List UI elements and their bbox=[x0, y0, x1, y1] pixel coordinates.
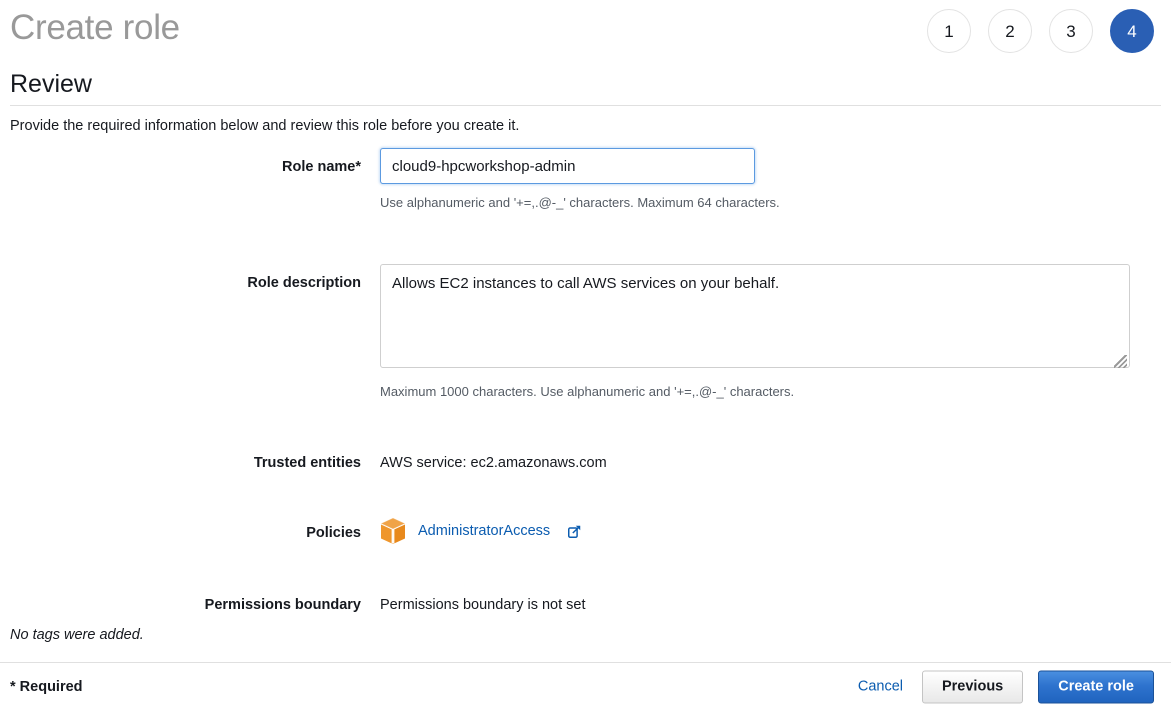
role-description-input[interactable] bbox=[380, 264, 1130, 368]
role-description-field: Maximum 1000 characters. Use alphanumeri… bbox=[380, 264, 1171, 401]
footer-actions: Cancel Previous Create role bbox=[854, 670, 1154, 703]
policy-link[interactable]: AdministratorAccess bbox=[418, 521, 550, 541]
step-indicator-1[interactable]: 1 bbox=[927, 9, 971, 53]
tags-note: No tags were added. bbox=[10, 627, 144, 643]
role-name-input[interactable] bbox=[380, 148, 755, 184]
trusted-entities-field: AWS service: ec2.amazonaws.com bbox=[380, 453, 1171, 473]
page-title: Create role bbox=[10, 8, 180, 47]
permissions-boundary-label: Permissions boundary bbox=[204, 597, 361, 613]
trusted-entities-label: Trusted entities bbox=[253, 455, 361, 471]
required-note: * Required bbox=[10, 678, 83, 695]
role-name-helper: Use alphanumeric and '+=,.@-_' character… bbox=[380, 195, 780, 210]
create-role-button[interactable]: Create role bbox=[1038, 670, 1154, 703]
trusted-entities-row: Trusted entities AWS service: ec2.amazon… bbox=[0, 453, 1171, 473]
policy-cube-icon bbox=[380, 517, 406, 544]
permissions-boundary-row: Permissions boundary Permissions boundar… bbox=[0, 595, 1171, 615]
policies-field: AdministratorAccess bbox=[380, 517, 1171, 545]
create-role-page: Create role 1 2 3 4 Review Provide the r… bbox=[0, 0, 1171, 710]
role-description-wrapper bbox=[380, 264, 1130, 373]
role-name-row: Role name* Use alphanumeric and '+=,.@-_… bbox=[0, 148, 1171, 212]
step-indicator-4[interactable]: 4 bbox=[1110, 9, 1154, 53]
policy-entry: AdministratorAccess bbox=[380, 517, 1171, 545]
intro-text: Provide the required information below a… bbox=[10, 118, 520, 134]
cancel-button[interactable]: Cancel bbox=[854, 670, 907, 703]
role-description-row: Role description Maximum 1000 characters… bbox=[0, 264, 1171, 401]
role-name-field: Use alphanumeric and '+=,.@-_' character… bbox=[380, 148, 1171, 212]
footer-bar: * Required Cancel Previous Create role bbox=[0, 662, 1171, 710]
review-form: Role name* Use alphanumeric and '+=,.@-_… bbox=[0, 148, 1171, 615]
previous-button[interactable]: Previous bbox=[921, 670, 1024, 703]
role-description-label: Role description bbox=[247, 275, 361, 291]
role-name-label: Role name* bbox=[282, 159, 361, 175]
trusted-entities-value: AWS service: ec2.amazonaws.com bbox=[380, 455, 607, 471]
header-divider bbox=[10, 105, 1161, 106]
permissions-boundary-field: Permissions boundary is not set bbox=[380, 595, 1171, 615]
external-link-icon[interactable] bbox=[568, 525, 581, 538]
policies-row: Policies AdministratorAccess bbox=[0, 517, 1171, 545]
section-title: Review bbox=[10, 70, 92, 98]
role-description-helper: Maximum 1000 characters. Use alphanumeri… bbox=[380, 384, 795, 399]
policies-label: Policies bbox=[306, 525, 361, 541]
step-indicator-2[interactable]: 2 bbox=[988, 9, 1032, 53]
permissions-boundary-value: Permissions boundary is not set bbox=[380, 597, 586, 613]
step-indicator: 1 2 3 4 bbox=[927, 9, 1154, 53]
step-indicator-3[interactable]: 3 bbox=[1049, 9, 1093, 53]
